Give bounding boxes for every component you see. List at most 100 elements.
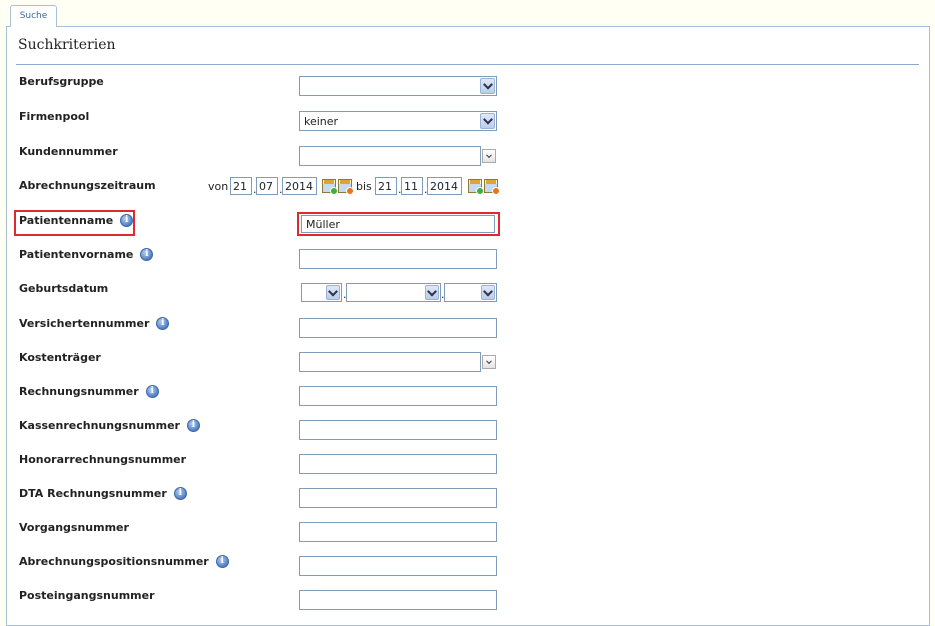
to-day-input[interactable]: 21: [375, 177, 397, 195]
patientenname-label-text: Patientenname: [19, 214, 114, 227]
kundennummer-label: Kundennummer: [19, 145, 118, 158]
info-icon[interactable]: i: [140, 248, 154, 261]
abrechnungspositionsnummer-label-text: Abrechnungspositionsnummer: [19, 555, 209, 568]
berufsgruppe-label: Berufsgruppe: [19, 75, 104, 88]
firmenpool-value: keiner: [304, 115, 339, 128]
row-firmenpool: Firmenpool keiner: [7, 108, 931, 131]
patientenname-label: Patientenname i: [19, 214, 134, 227]
geburtsdatum-label-text: Geburtsdatum: [19, 282, 109, 295]
geburtsdatum-year-select[interactable]: [444, 283, 497, 302]
abrechnungspositionsnummer-input[interactable]: [299, 556, 497, 576]
von-label: von: [208, 180, 229, 193]
row-patientenvorname: Patientenvorname i: [7, 246, 931, 269]
from-month-input[interactable]: 07: [256, 177, 278, 195]
calendar-remove-icon[interactable]: [484, 179, 500, 195]
firmenpool-label-text: Firmenpool: [19, 110, 90, 123]
row-geburtsdatum: Geburtsdatum . .: [7, 280, 931, 302]
info-icon[interactable]: i: [215, 555, 229, 568]
to-month-input[interactable]: 11: [401, 177, 423, 195]
patientenvorname-label: Patientenvorname i: [19, 248, 154, 261]
row-rechnungsnummer: Rechnungsnummer i: [7, 383, 931, 406]
chevron-down-icon[interactable]: [480, 113, 495, 129]
add-badge: [476, 187, 484, 195]
versichertennummer-label: Versichertennummer i: [19, 317, 170, 330]
row-vorgangsnummer: Vorgangsnummer: [7, 519, 931, 542]
firmenpool-label: Firmenpool: [19, 110, 89, 123]
dta-rechnungsnummer-input[interactable]: [299, 488, 497, 508]
kundennummer-combobox[interactable]: [299, 146, 481, 166]
chevron-down-icon[interactable]: [480, 78, 495, 94]
row-patientenname: Patientenname i Müller: [7, 212, 931, 234]
vorgangsnummer-input[interactable]: [299, 522, 497, 542]
posteingangsnummer-label: Posteingangsnummer: [19, 589, 155, 602]
row-posteingangsnummer: Posteingangsnummer: [7, 587, 931, 610]
row-versichertennummer: Versichertennummer i: [7, 315, 931, 338]
geburtsdatum-day-select[interactable]: [301, 283, 342, 302]
info-icon[interactable]: i: [120, 214, 134, 227]
kostentraeger-dropdown-button[interactable]: [482, 355, 496, 369]
rechnungsnummer-label: Rechnungsnummer i: [19, 385, 159, 398]
honorarrechnungsnummer-input[interactable]: [299, 454, 497, 474]
row-kundennummer: Kundennummer: [7, 143, 931, 166]
remove-badge: [492, 187, 500, 195]
calendar-add-icon[interactable]: [468, 179, 484, 195]
info-icon[interactable]: i: [156, 317, 170, 330]
rechnungsnummer-input[interactable]: [299, 386, 497, 406]
versichertennummer-label-text: Versichertennummer: [19, 317, 150, 330]
geburtsdatum-month-select[interactable]: [346, 283, 441, 302]
abrechnungspositionsnummer-label: Abrechnungspositionsnummer i: [19, 555, 229, 568]
info-icon[interactable]: i: [173, 487, 187, 500]
panel-title: Suchkriterien: [18, 37, 116, 53]
kostentraeger-label-text: Kostenträger: [19, 351, 101, 364]
title-divider: [16, 64, 919, 65]
geburtsdatum-label: Geburtsdatum: [19, 282, 108, 295]
calendar-add-icon[interactable]: [322, 179, 338, 195]
abrechnungszeitraum-label-text: Abrechnungszeitraum: [19, 179, 156, 192]
add-badge: [330, 187, 338, 195]
info-icon[interactable]: i: [145, 385, 159, 398]
patientenvorname-input[interactable]: [299, 249, 497, 269]
dta-rechnungsnummer-label: DTA Rechnungsnummer i: [19, 487, 187, 500]
vorgangsnummer-label-text: Vorgangsnummer: [19, 521, 129, 534]
honorarrechnungsnummer-label-text: Honorarrechnungsnummer: [19, 453, 187, 466]
chevron-down-icon[interactable]: [481, 285, 495, 300]
berufsgruppe-select[interactable]: [299, 76, 497, 96]
row-kassenrechnungsnummer: Kassenrechnungsnummer i: [7, 417, 931, 440]
firmenpool-select[interactable]: keiner: [299, 111, 497, 131]
posteingangsnummer-label-text: Posteingangsnummer: [19, 589, 155, 602]
row-kostentraeger: Kostenträger: [7, 349, 931, 372]
honorarrechnungsnummer-label: Honorarrechnungsnummer: [19, 453, 186, 466]
to-year-input[interactable]: 2014: [427, 177, 462, 195]
kostentraeger-combobox[interactable]: [299, 352, 481, 372]
rechnungsnummer-label-text: Rechnungsnummer: [19, 385, 139, 398]
row-honorarrechnungsnummer: Honorarrechnungsnummer: [7, 451, 931, 474]
info-icon[interactable]: i: [186, 419, 200, 432]
row-berufsgruppe: Berufsgruppe: [7, 73, 931, 96]
versichertennummer-input[interactable]: [299, 318, 497, 338]
dta-rechnungsnummer-label-text: DTA Rechnungsnummer: [19, 487, 167, 500]
berufsgruppe-label-text: Berufsgruppe: [19, 75, 104, 88]
kassenrechnungsnummer-label-text: Kassenrechnungsnummer: [19, 419, 180, 432]
patientenvorname-label-text: Patientenvorname: [19, 248, 134, 261]
chevron-down-icon[interactable]: [425, 285, 439, 300]
kostentraeger-label: Kostenträger: [19, 351, 101, 364]
search-panel: Suchkriterien Berufsgruppe Firmenpool ke…: [6, 26, 930, 626]
posteingangsnummer-input[interactable]: [299, 590, 497, 610]
abrechnungszeitraum-label: Abrechnungszeitraum: [19, 179, 156, 192]
calendar-remove-icon[interactable]: [338, 179, 354, 195]
from-year-input[interactable]: 2014: [282, 177, 317, 195]
bis-label: bis: [356, 180, 372, 193]
remove-badge: [346, 187, 354, 195]
chevron-down-icon[interactable]: [326, 285, 340, 300]
row-abrechnungspositionsnummer: Abrechnungspositionsnummer i: [7, 553, 931, 576]
kassenrechnungsnummer-input[interactable]: [299, 420, 497, 440]
vorgangsnummer-label: Vorgangsnummer: [19, 521, 129, 534]
kundennummer-dropdown-button[interactable]: [482, 149, 496, 163]
from-day-input[interactable]: 21: [230, 177, 252, 195]
kundennummer-label-text: Kundennummer: [19, 145, 118, 158]
kassenrechnungsnummer-label: Kassenrechnungsnummer i: [19, 419, 200, 432]
row-abrechnungszeitraum: Abrechnungszeitraum von 21 . 07 . 2014 b…: [7, 177, 931, 199]
patientenname-input[interactable]: Müller: [301, 215, 495, 233]
row-dta-rechnungsnummer: DTA Rechnungsnummer i: [7, 485, 931, 508]
tab-suche[interactable]: Suche: [10, 5, 57, 27]
